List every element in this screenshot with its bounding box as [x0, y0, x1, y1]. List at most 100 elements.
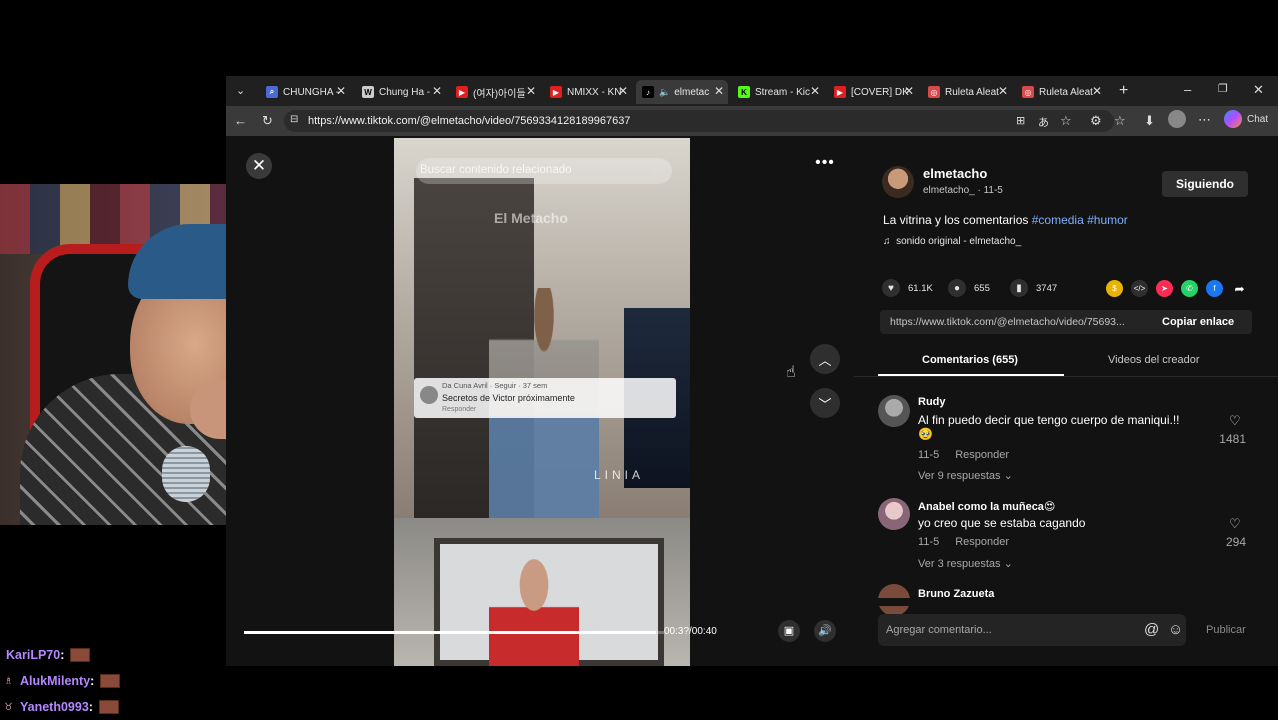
url-field[interactable]: ⊟ https://www.tiktok.com/@elmetacho/vide… [284, 110, 1114, 132]
comment-text: Al fin puedo decir que tengo cuerpo de m… [918, 413, 1180, 441]
browser-tab[interactable]: ♪ 🔈 elmetac ✕ [636, 80, 728, 104]
copilot-icon[interactable] [1224, 110, 1242, 128]
comment-button[interactable]: ● 655 [948, 279, 990, 297]
tab-title: NMIXX - KN [567, 86, 622, 98]
restore-icon[interactable]: ❐ [1218, 82, 1228, 95]
comment-author[interactable]: Anabel como la muñeca😍 [918, 500, 1055, 513]
author-avatar[interactable] [882, 166, 914, 198]
comment-like-count: 1481 [1219, 432, 1246, 446]
close-tab-icon[interactable]: ✕ [904, 84, 914, 98]
tab-title: CHUNGHA - [283, 86, 340, 98]
volume-button[interactable]: 🔊 [814, 620, 836, 642]
comment-like-count: 294 [1225, 535, 1246, 549]
following-button[interactable]: Siguiendo [1162, 171, 1248, 197]
favorites-icon[interactable]: ☆ [1114, 113, 1126, 129]
comment-icon: ● [948, 279, 966, 297]
next-video-button[interactable]: ﹀ [810, 388, 840, 418]
translate-icon[interactable]: あ [1038, 114, 1049, 130]
sound-link[interactable]: ♫ sonido original - elmetacho_ [883, 236, 1021, 247]
comment-author[interactable]: Rudy [918, 396, 946, 408]
emote-icon [100, 674, 121, 688]
author-name[interactable]: elmetacho [923, 166, 987, 181]
tab-creator-videos[interactable]: Videos del creador [1108, 354, 1200, 366]
close-tab-icon[interactable]: ✕ [336, 84, 346, 98]
more-options-icon[interactable]: ••• [810, 154, 840, 178]
close-tab-icon[interactable]: ✕ [618, 84, 628, 98]
view-replies-button[interactable]: Ver 9 respuestas ⌄ [918, 469, 1013, 482]
close-tab-icon[interactable]: ✕ [998, 84, 1008, 98]
tab-title: Ruleta Aleat [945, 86, 999, 98]
browser-tab[interactable]: ◎ Ruleta Aleat ✕ [1016, 80, 1106, 104]
video-watermark: El Metacho [494, 210, 568, 226]
back-icon[interactable]: ← [234, 113, 247, 128]
close-tab-icon[interactable]: ✕ [432, 84, 442, 98]
browser-tab[interactable]: ▶ NMIXX - KN ✕ [544, 80, 632, 104]
picture-in-picture-button[interactable]: ▣ [778, 620, 800, 642]
close-tab-icon[interactable]: ✕ [810, 84, 820, 98]
browser-tab[interactable]: ▶ (여자)아이들 ✕ [450, 80, 540, 104]
previous-video-button[interactable]: ︿ [810, 344, 840, 374]
embed-icon[interactable]: </> [1131, 280, 1148, 297]
new-tab-icon[interactable]: + [1119, 82, 1128, 100]
chat-message: ♗ AlukMilenty : [4, 672, 121, 690]
address-bar: ← ↻ ⊟ https://www.tiktok.com/@elmetacho/… [226, 106, 1278, 136]
comment-meta: 11-5 Responder [918, 449, 1010, 461]
browser-tab[interactable]: ▶ [COVER] DK ✕ [828, 80, 918, 104]
video-progress-bar[interactable] [244, 631, 664, 634]
chat-message: KariLP70 : [6, 646, 91, 664]
extensions-icon[interactable]: ⚙ [1090, 113, 1102, 129]
browser-tab[interactable]: W Chung Ha - ✕ [356, 80, 446, 104]
close-tab-icon[interactable]: ✕ [526, 84, 536, 98]
favorite-star-icon[interactable]: ☆ [1060, 113, 1072, 129]
avatar[interactable] [878, 395, 910, 427]
related-search-input[interactable]: Buscar contenido relacionado ⌕ [416, 158, 672, 184]
share-arrow-icon[interactable]: ➦ [1231, 280, 1248, 297]
chat-button[interactable]: Chat [1247, 114, 1268, 125]
heart-outline-icon[interactable]: ♡ [1229, 413, 1241, 429]
tab-comments[interactable]: Comentarios (655) [922, 354, 1018, 366]
close-tab-icon[interactable]: ✕ [714, 84, 724, 98]
wikipedia-icon: W [362, 86, 374, 98]
split-screen-icon[interactable]: ⊞ [1016, 114, 1025, 127]
minimize-icon[interactable]: – [1184, 82, 1191, 97]
hashtag-link[interactable]: #comedia [1032, 213, 1084, 227]
publish-button[interactable]: Publicar [1206, 624, 1246, 636]
browser-tab[interactable]: ◎ Ruleta Aleat ✕ [922, 80, 1012, 104]
reply-button[interactable]: Responder [955, 536, 1009, 548]
reply-button[interactable]: Responder [955, 449, 1009, 461]
hashtag-link[interactable]: #humor [1087, 213, 1128, 227]
heart-outline-icon[interactable]: ♡ [1229, 516, 1241, 532]
youtube-icon: ▶ [456, 86, 468, 98]
copy-link-button[interactable]: Copiar enlace [1162, 316, 1234, 328]
search-icon[interactable]: ⌕ [652, 163, 659, 178]
mention-icon[interactable]: @ [1144, 621, 1159, 638]
save-button[interactable]: ▮ 3747 [1010, 279, 1057, 297]
tab-title: [COVER] DK [851, 86, 909, 98]
more-menu-icon[interactable]: ⋯ [1198, 112, 1211, 128]
close-video-button[interactable]: ✕ [246, 153, 272, 179]
like-button[interactable]: ♥ 61.1K [882, 279, 933, 297]
tab-list-chevron-icon[interactable]: ⌄ [236, 84, 245, 97]
speaker-icon[interactable]: 🔈 [659, 87, 670, 98]
whatsapp-icon[interactable]: ✆ [1181, 280, 1198, 297]
coins-icon[interactable]: $ [1106, 280, 1123, 297]
downloads-icon[interactable]: ⬇ [1144, 113, 1155, 129]
kick-icon: K [738, 86, 750, 98]
browser-tab[interactable]: K Stream - Kic ✕ [732, 80, 824, 104]
close-window-icon[interactable]: ✕ [1253, 82, 1264, 98]
profile-avatar-icon[interactable] [1168, 110, 1186, 128]
view-replies-button[interactable]: Ver 3 respuestas ⌄ [918, 557, 1013, 570]
reload-icon[interactable]: ↻ [262, 113, 273, 129]
avatar[interactable] [878, 498, 910, 530]
close-tab-icon[interactable]: ✕ [1092, 84, 1102, 98]
add-comment-input[interactable]: Agregar comentario... [878, 614, 1186, 646]
site-info-icon[interactable]: ⊟ [290, 114, 298, 125]
send-icon[interactable]: ➤ [1156, 280, 1173, 297]
video-player[interactable]: Buscar contenido relacionado ⌕ El Metach… [394, 138, 690, 666]
browser-tab[interactable]: ⌕ CHUNGHA - ✕ [260, 80, 350, 104]
facebook-icon[interactable]: f [1206, 280, 1223, 297]
music-note-icon: ♫ [883, 236, 891, 247]
tab-title: Ruleta Aleat [1039, 86, 1093, 98]
tab-title: elmetac [674, 86, 710, 98]
emoji-icon[interactable]: ☺ [1168, 621, 1183, 638]
